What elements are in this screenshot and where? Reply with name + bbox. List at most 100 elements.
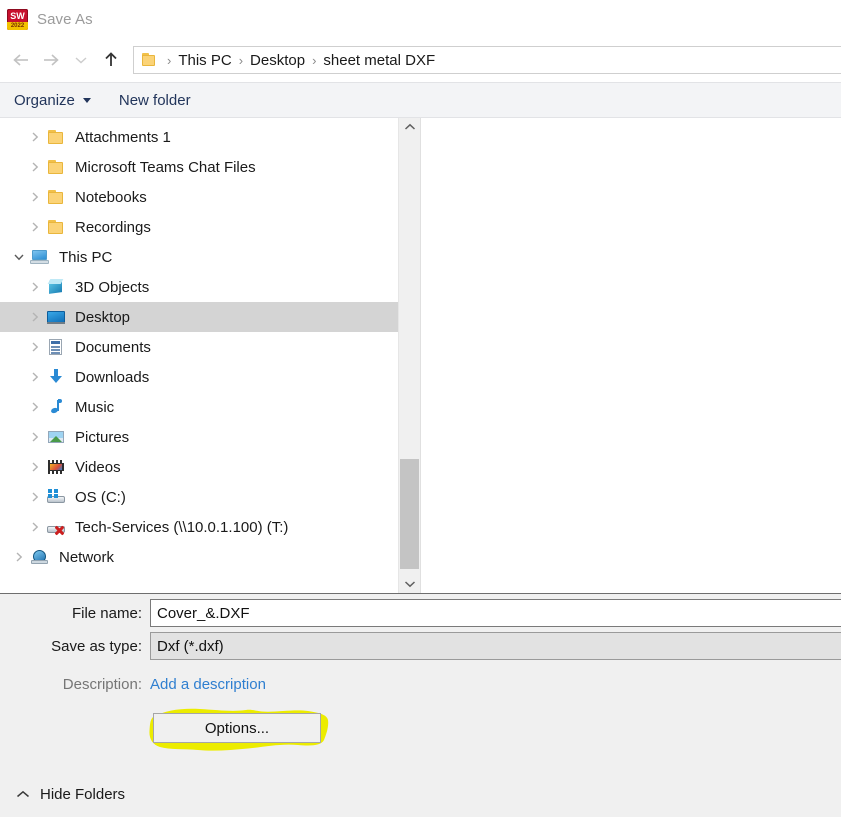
folder-icon [142,53,158,67]
pictures-icon [46,428,66,446]
this-pc-icon [30,248,50,266]
music-icon [46,398,66,416]
solidworks-icon-bottom-text: 2022 [7,21,28,30]
forward-arrow-icon[interactable] [36,45,66,75]
chevron-down-icon[interactable] [8,252,30,262]
solidworks-icon-top-text: SW [10,10,25,21]
breadcrumb[interactable]: › This PC › Desktop › sheet metal DXF [133,46,841,74]
tree-item-microsoft-teams-chat-files[interactable]: Microsoft Teams Chat Files [0,152,398,182]
tree-item-label: 3D Objects [75,278,150,296]
tree-item-notebooks[interactable]: Notebooks [0,182,398,212]
new-folder-label: New folder [118,91,191,109]
tree-item-os-c[interactable]: OS (C:) [0,482,398,512]
tree-item-pictures[interactable]: Pictures [0,422,398,452]
tree-item-label: Desktop [75,308,131,326]
tree-item-tech-services-10-0-1-100-t[interactable]: Tech-Services (\\10.0.1.100) (T:) [0,512,398,542]
3d-objects-icon [46,278,66,296]
chevron-right-icon[interactable] [24,281,46,293]
chevron-right-icon[interactable] [24,521,46,533]
options-button[interactable]: Options... [153,713,321,743]
tree-item-downloads[interactable]: Downloads [0,362,398,392]
hide-folders-label[interactable]: Hide Folders [40,786,125,803]
breadcrumb-separator: › [167,52,172,68]
options-button-label: Options... [204,719,270,737]
window-title: Save As [37,10,93,28]
save-as-type-row: Save as type: Dxf (*.dxf) [0,632,841,660]
breadcrumb-item-sheet-metal-dxf[interactable]: sheet metal DXF [323,52,435,69]
save-as-type-label: Save as type: [51,637,142,655]
add-a-description-link[interactable]: Add a description [150,676,266,693]
save-as-dialog: SW 2022 Save As › This PC › Desktop › sh… [0,0,841,817]
tree-item-3d-objects[interactable]: 3D Objects [0,272,398,302]
folder-icon [46,128,66,146]
scroll-down-chevron-down-icon[interactable] [399,575,420,593]
downloads-icon [46,368,66,386]
tree-item-documents[interactable]: Documents [0,332,398,362]
file-name-input[interactable]: Cover_&.DXF [150,599,841,627]
tree-item-desktop[interactable]: Desktop [0,302,398,332]
chevron-right-icon[interactable] [24,221,46,233]
scroll-up-chevron-up-icon[interactable] [399,118,420,136]
file-name-row: File name: Cover_&.DXF [0,599,841,627]
tree-item-attachments-1[interactable]: Attachments 1 [0,122,398,152]
tree-item-label: OS (C:) [75,488,126,506]
navigation-tree: Attachments 1 Microsoft Teams Chat Files N… [0,118,398,572]
folder-icon [46,188,66,206]
tree-item-network[interactable]: Network [0,542,398,572]
back-arrow-icon[interactable] [6,45,36,75]
chevron-right-icon[interactable] [24,461,46,473]
breadcrumb-separator: › [312,52,317,68]
description-row: Description: Add a description [0,671,841,697]
tree-item-recordings[interactable]: Recordings [0,212,398,242]
navigation-tree-pane: Attachments 1 Microsoft Teams Chat Files N… [0,118,398,593]
tree-item-label: Notebooks [75,188,147,206]
tree-item-label: Videos [75,458,121,476]
tree-item-label: Music [75,398,115,416]
chevron-down-icon [82,97,91,103]
desktop-icon [46,308,66,326]
save-as-type-select[interactable]: Dxf (*.dxf) [150,632,841,660]
chevron-right-icon[interactable] [8,551,30,563]
tree-item-label: Attachments 1 [75,128,171,146]
title-bar: SW 2022 Save As [0,0,841,38]
chevron-right-icon[interactable] [24,311,46,323]
videos-icon [46,458,66,476]
documents-icon [46,338,66,356]
tree-item-label: Microsoft Teams Chat Files [75,158,256,176]
breadcrumb-item-desktop[interactable]: Desktop [250,52,305,69]
tree-item-music[interactable]: Music [0,392,398,422]
chevron-right-icon[interactable] [24,371,46,383]
file-list-pane[interactable] [420,118,841,593]
network-icon [30,548,50,566]
recent-locations-chevron-down-icon[interactable] [66,45,96,75]
drive-icon [46,488,66,506]
tree-item-label: Tech-Services (\\10.0.1.100) (T:) [75,518,289,536]
folder-icon [46,158,66,176]
tree-scrollbar[interactable] [398,118,420,593]
tree-item-this-pc[interactable]: This PC [0,242,398,272]
chevron-right-icon[interactable] [24,131,46,143]
breadcrumb-item-this-pc[interactable]: This PC [178,52,231,69]
tree-item-label: This PC [59,248,113,266]
new-folder-button[interactable]: New folder [105,83,205,117]
tree-item-videos[interactable]: Videos [0,452,398,482]
tree-item-label: Documents [75,338,151,356]
file-name-label: File name: [71,604,142,622]
up-arrow-icon[interactable] [96,45,126,75]
chevron-right-icon[interactable] [24,341,46,353]
organize-button[interactable]: Organize [0,83,105,117]
hide-folders-chevron-up-icon[interactable] [14,785,32,803]
scrollbar-thumb[interactable] [400,459,419,569]
tree-item-label: Downloads [75,368,150,386]
chevron-right-icon[interactable] [24,491,46,503]
organize-label: Organize [14,91,75,109]
solidworks-icon: SW 2022 [7,8,28,30]
chevron-right-icon[interactable] [24,161,46,173]
navigation-bar: › This PC › Desktop › sheet metal DXF [0,38,841,82]
chevron-right-icon[interactable] [24,191,46,203]
tree-item-label: Network [59,548,115,566]
tree-item-label: Pictures [75,428,130,446]
chevron-right-icon[interactable] [24,401,46,413]
chevron-right-icon[interactable] [24,431,46,443]
footer: Hide Folders [0,771,841,817]
